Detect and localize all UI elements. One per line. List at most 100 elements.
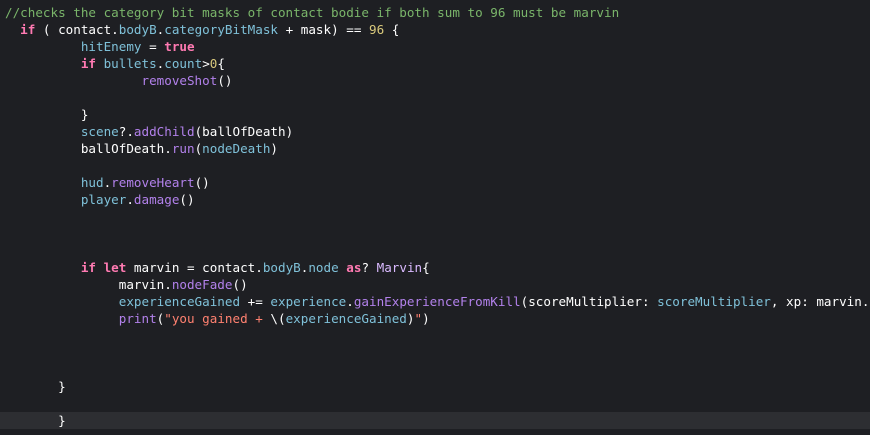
- code-token: "you gained +: [164, 311, 271, 326]
- code-token: (): [232, 277, 248, 292]
- code-token: if: [20, 22, 36, 37]
- code-token: ballOfDeath.: [5, 141, 172, 156]
- code-token: if: [80, 260, 96, 275]
- code-line[interactable]: marvin.nodeFade(): [0, 276, 870, 293]
- code-token: categoryBitMask: [164, 22, 278, 37]
- code-line[interactable]: [0, 208, 870, 225]
- code-token: {: [422, 260, 430, 275]
- code-token: .: [346, 294, 354, 309]
- code-line[interactable]: [0, 327, 870, 344]
- code-token: , xp: marvin.: [770, 294, 870, 309]
- code-token: ( contact.: [35, 22, 119, 37]
- code-line[interactable]: scene?.addChild(ballOfDeath): [0, 123, 870, 140]
- code-line[interactable]: if ( contact.bodyB.categoryBitMask + mas…: [0, 21, 870, 38]
- code-line[interactable]: ballOfDeath.run(nodeDeath): [0, 140, 870, 157]
- code-token: removeShot: [141, 73, 218, 88]
- code-line[interactable]: //checks the category bit masks of conta…: [0, 4, 870, 21]
- code-token: addChild: [133, 124, 195, 139]
- code-token: count: [164, 56, 203, 71]
- code-line[interactable]: [0, 361, 870, 378]
- code-line[interactable]: removeShot(): [0, 72, 870, 89]
- code-token: true: [164, 39, 195, 54]
- code-token: ): [422, 311, 430, 326]
- code-token: Marvin: [376, 260, 423, 275]
- code-token: nodeFade: [171, 277, 233, 292]
- code-token: (ballOfDeath): [194, 124, 294, 139]
- code-token: marvin.: [5, 277, 172, 292]
- code-token: \(: [270, 311, 286, 326]
- code-token: bodyB: [118, 22, 157, 37]
- code-token: damage: [133, 192, 180, 207]
- code-token: bullets: [103, 56, 157, 71]
- code-token: (scoreMultiplier:: [520, 294, 658, 309]
- code-token: player: [80, 192, 127, 207]
- code-token: + mask) ==: [278, 22, 369, 37]
- code-line[interactable]: [0, 157, 870, 174]
- code-token: }: [5, 107, 89, 122]
- code-token: ): [270, 141, 278, 156]
- code-token: removeHeart: [111, 175, 195, 190]
- code-line[interactable]: }: [0, 378, 870, 395]
- code-token: //checks the category bit masks of conta…: [5, 5, 620, 20]
- code-token: hitEnemy: [80, 39, 142, 54]
- code-line[interactable]: [0, 242, 870, 259]
- code-token: node: [308, 260, 339, 275]
- code-line[interactable]: print("you gained + \(experienceGained)"…: [0, 310, 870, 327]
- code-token: marvin = contact.: [126, 260, 263, 275]
- code-line[interactable]: if bullets.count>0{: [0, 55, 870, 72]
- code-token: print: [118, 311, 157, 326]
- code-token: nodeDeath: [202, 141, 271, 156]
- code-line[interactable]: [0, 89, 870, 106]
- code-line[interactable]: [0, 225, 870, 242]
- code-token: let: [103, 260, 127, 275]
- code-token: hud: [80, 175, 104, 190]
- code-token: run: [171, 141, 195, 156]
- code-token: {: [217, 56, 225, 71]
- code-token: gainExperienceFromKill: [353, 294, 521, 309]
- code-token: ": [414, 311, 423, 326]
- code-token: ): [406, 311, 415, 326]
- code-token: experienceGained: [285, 311, 407, 326]
- code-token: scoreMultiplier: [657, 294, 771, 309]
- code-token: bodyB: [262, 260, 301, 275]
- code-token: >: [202, 56, 210, 71]
- code-token: (): [179, 192, 195, 207]
- code-line[interactable]: experienceGained += experience.gainExper…: [0, 293, 870, 310]
- code-line[interactable]: }: [0, 412, 870, 429]
- code-token: (): [194, 175, 210, 190]
- code-line[interactable]: if let marvin = contact.bodyB.node as? M…: [0, 259, 870, 276]
- code-line[interactable]: hud.removeHeart(): [0, 174, 870, 191]
- code-token: }: [5, 379, 66, 394]
- code-token: experienceGained: [118, 294, 241, 309]
- code-line[interactable]: [0, 395, 870, 412]
- code-line[interactable]: }: [0, 106, 870, 123]
- code-line[interactable]: [0, 344, 870, 361]
- code-line[interactable]: player.damage(): [0, 191, 870, 208]
- code-editor[interactable]: //checks the category bit masks of conta…: [0, 0, 870, 435]
- code-token: (): [217, 73, 233, 88]
- code-token: ?: [361, 260, 377, 275]
- code-token: =: [141, 39, 165, 54]
- code-line[interactable]: hitEnemy = true: [0, 38, 870, 55]
- code-token: experience: [270, 294, 347, 309]
- code-token: 96: [369, 22, 385, 37]
- code-token: .: [126, 192, 134, 207]
- code-token: {: [384, 22, 400, 37]
- code-token: as: [346, 260, 362, 275]
- code-token: scene: [80, 124, 119, 139]
- code-token: ?.: [118, 124, 134, 139]
- code-token: +=: [240, 294, 271, 309]
- code-token: }: [5, 413, 66, 428]
